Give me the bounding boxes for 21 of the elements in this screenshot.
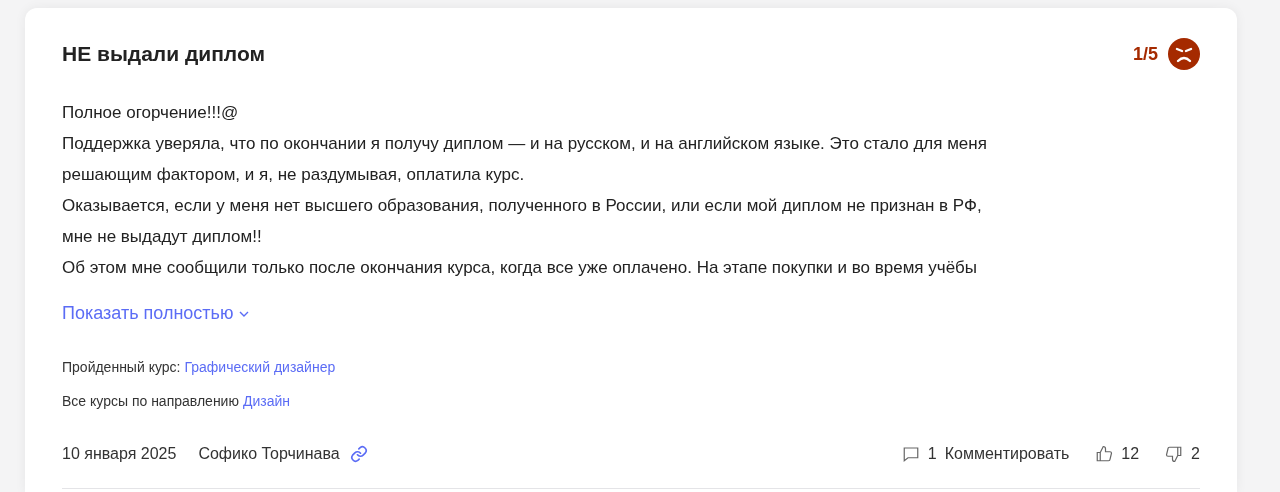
course-label: Пройденный курс: [62,358,181,377]
dislike-button[interactable]: 2 [1165,442,1200,466]
direction-link[interactable]: Дизайн [242,391,290,412]
thumbs-up-icon [1095,445,1114,463]
rating: 1/5 [1132,42,1158,66]
author-name: Софико Торчинава [198,444,340,464]
review-paragraph: Поддержка уверяла, что по окончании я получу диплом — и на русском, и на английском языке. Это стало для меня решающим фактором, и я, не раздумывая, оплатила курс. [62,133,988,186]
show-more-link[interactable]: Показать полностью [62,300,250,327]
speech-bubble-icon [901,445,920,463]
review-date: 10 января 2025 [62,444,177,464]
thumbs-down-icon [1165,445,1184,463]
like-button[interactable]: 12 [1095,442,1140,466]
link-icon[interactable] [349,445,368,463]
review-paragraph: Оказывается, если у меня нет высшего образования, полученного в России, или если мой диплом не признан в РФ, мне не выдадут диплом!! [62,195,983,248]
course-link[interactable]: Графический дизайнер [184,357,336,378]
review-title: НЕ выдали диплом [62,41,266,68]
comment-button[interactable]: 1 Комментировать [901,442,1070,466]
review-paragraph: Об этом мне сообщили только после окончания курса, когда все уже оплачено. На этапе покупки и во время учёбы [62,257,979,279]
chevron-down-icon [239,310,250,317]
direction-label: Все курсы по направлению [62,392,239,411]
review-paragraph: Полное огорчение!!!@ [62,102,240,124]
